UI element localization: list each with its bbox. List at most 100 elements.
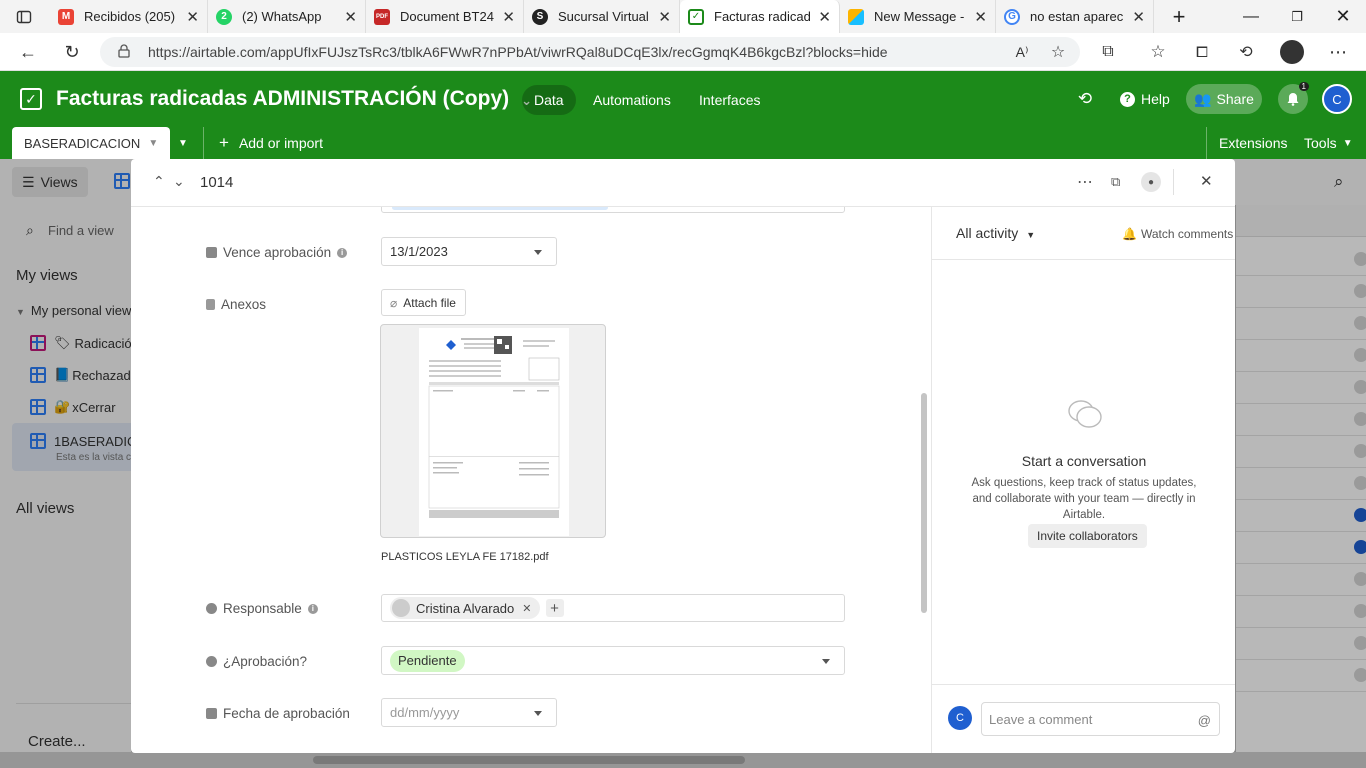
comment-icon[interactable]: ● bbox=[1141, 172, 1161, 192]
add-import-button[interactable]: + Add or import bbox=[219, 127, 323, 159]
calendar-icon bbox=[206, 247, 217, 258]
expand-icon[interactable]: ⧉ bbox=[1111, 174, 1120, 190]
prev-record-icon[interactable]: ⌃ bbox=[153, 173, 165, 190]
bank-icon: S bbox=[532, 8, 548, 25]
empty-title: Start a conversation bbox=[1021, 453, 1147, 469]
collections-icon[interactable]: ⧠ bbox=[1188, 39, 1216, 65]
close-icon[interactable]: ✕ bbox=[502, 8, 515, 26]
more-icon[interactable]: ⋯ bbox=[1324, 39, 1352, 65]
refresh-icon[interactable]: ↻ bbox=[58, 39, 86, 65]
invite-collaborators-button[interactable]: Invite collaborators bbox=[1028, 524, 1147, 548]
address-bar: ← ↻ https://airtable.com/appUfIxFUJszTsR… bbox=[0, 33, 1366, 71]
bell-icon[interactable]: 1 bbox=[1278, 82, 1309, 114]
history-icon[interactable]: ⟲ bbox=[1232, 39, 1260, 65]
close-icon[interactable]: ✕ bbox=[974, 8, 987, 26]
more-options-icon[interactable]: ⋯ bbox=[1077, 172, 1093, 192]
nav-automations[interactable]: Automations bbox=[581, 85, 683, 115]
field-above[interactable] bbox=[381, 207, 845, 213]
nav-interfaces[interactable]: Interfaces bbox=[687, 85, 772, 115]
tab-label: (2) WhatsApp bbox=[242, 9, 322, 24]
tab-gmail[interactable]: M Recibidos (205) - ✕ bbox=[50, 0, 208, 33]
restore-icon[interactable]: ❐ bbox=[1274, 0, 1320, 33]
chevron-down-icon bbox=[534, 249, 542, 255]
field-label-vence: Vence aprobación i bbox=[206, 245, 348, 260]
comment-input[interactable]: Leave a comment @ bbox=[981, 702, 1220, 736]
info-icon[interactable]: i bbox=[337, 247, 348, 258]
plus-icon: + bbox=[219, 133, 229, 152]
close-icon[interactable]: ✕ bbox=[1132, 8, 1145, 26]
close-icon[interactable]: ✕ bbox=[344, 8, 357, 26]
share-button[interactable]: 👥 Share bbox=[1186, 84, 1262, 114]
google-icon: G bbox=[1004, 8, 1020, 25]
tab-label: Document BT24 ( bbox=[400, 9, 495, 24]
mention-icon[interactable]: @ bbox=[1198, 713, 1211, 728]
base-title[interactable]: Facturas radicadas ADMINISTRACIÓN (Copy)… bbox=[56, 87, 532, 111]
record-modal: ⌃ ⌄ 1014 ⋯ ⧉ ● ✕ Vence aprobación i 13/1… bbox=[131, 159, 1235, 753]
user-avatar[interactable]: C bbox=[1322, 84, 1352, 114]
close-icon[interactable]: ✕ bbox=[186, 8, 199, 26]
base-check-icon[interactable]: ✓ bbox=[20, 88, 42, 110]
collaborator-chip: Cristina Alvarado ✕ bbox=[390, 597, 540, 619]
read-aloud-icon[interactable]: A⁾ bbox=[1008, 39, 1036, 65]
tab-facturas[interactable]: ✓ Facturas radicada ✕ bbox=[680, 0, 840, 33]
close-icon[interactable]: ✕ bbox=[818, 8, 831, 26]
extensions-button[interactable]: Extensions bbox=[1219, 127, 1287, 159]
add-collaborator-icon[interactable]: + bbox=[545, 599, 564, 617]
field-label-aprobacion: ¿Aprobación? bbox=[206, 654, 307, 669]
caret-icon: ▼ bbox=[1026, 230, 1036, 240]
attach-file-button[interactable]: ⌀ Attach file bbox=[381, 289, 466, 316]
vence-date-input[interactable]: 13/1/2023 bbox=[381, 237, 557, 266]
table-tab-baseradicacion[interactable]: BASERADICACION ▼ bbox=[12, 127, 171, 159]
profile-avatar[interactable] bbox=[1278, 39, 1306, 65]
file-icon bbox=[206, 299, 215, 310]
close-icon[interactable]: ✕ bbox=[1200, 172, 1213, 190]
whatsapp-icon: 2 bbox=[216, 8, 232, 25]
nav-data[interactable]: Data bbox=[522, 85, 576, 115]
minimize-icon[interactable]: ― bbox=[1228, 0, 1274, 33]
field-label-anexos: Anexos bbox=[206, 297, 266, 312]
extensions-icon[interactable]: ⧉ bbox=[1094, 39, 1122, 65]
new-tab-icon[interactable]: + bbox=[1156, 0, 1202, 33]
tab-document[interactable]: PDF Document BT24 ( ✕ bbox=[366, 0, 524, 33]
window-close-icon[interactable]: ✕ bbox=[1320, 0, 1366, 33]
fecha-date-input[interactable]: dd/mm/yyyy bbox=[381, 698, 557, 727]
favorite-add-icon[interactable]: ☆ bbox=[1044, 39, 1072, 65]
url-field[interactable]: https://airtable.com/appUfIxFUJszTsRc3/t… bbox=[100, 37, 1080, 67]
tab-new-message[interactable]: New Message - A ✕ bbox=[840, 0, 996, 33]
help-button[interactable]: ? Help bbox=[1120, 91, 1170, 107]
attachment-filename[interactable]: PLASTICOS LEYLA FE 17182.pdf bbox=[381, 551, 549, 563]
aprobacion-select[interactable]: Pendiente bbox=[381, 646, 845, 675]
browser-tab-bar: M Recibidos (205) - ✕ 2 (2) WhatsApp ✕ P… bbox=[0, 0, 1366, 33]
attachment-thumbnail[interactable] bbox=[380, 324, 606, 538]
paperclip-icon: ⌀ bbox=[390, 295, 398, 310]
tab-label: no estan aparecie bbox=[1030, 9, 1125, 24]
info-icon[interactable]: i bbox=[307, 603, 318, 614]
users-icon: 👥 bbox=[1194, 90, 1212, 107]
chevron-down-icon: ▼ bbox=[148, 137, 159, 149]
watch-comments-button[interactable]: 🔔 Watch comments bbox=[1122, 227, 1233, 241]
responsable-field[interactable]: Cristina Alvarado ✕ + bbox=[381, 594, 845, 622]
activity-panel: All activity ▼ 🔔 Watch comments Start a co… bbox=[931, 207, 1235, 753]
tab-sucursal[interactable]: S Sucursal Virtual E ✕ bbox=[524, 0, 680, 33]
invoice-preview bbox=[419, 328, 569, 536]
tab-label: Recibidos (205) - bbox=[84, 9, 179, 24]
remove-icon[interactable]: ✕ bbox=[522, 602, 531, 615]
tab-google[interactable]: G no estan aparecie ✕ bbox=[996, 0, 1154, 33]
tab-actions-icon[interactable] bbox=[2, 0, 46, 33]
next-record-icon[interactable]: ⌄ bbox=[173, 173, 185, 190]
tab-whatsapp[interactable]: 2 (2) WhatsApp ✕ bbox=[208, 0, 366, 33]
record-fields: Vence aprobación i 13/1/2023 Anexos ⌀ Att… bbox=[131, 207, 931, 753]
favorites-icon[interactable]: ☆ bbox=[1144, 39, 1172, 65]
chevron-down-icon[interactable]: ▼ bbox=[178, 127, 188, 159]
history-icon[interactable]: ⟲ bbox=[1070, 84, 1100, 114]
vertical-scrollbar[interactable] bbox=[921, 393, 927, 613]
tools-button[interactable]: Tools ▼ bbox=[1304, 127, 1353, 159]
chat-bubbles-icon bbox=[1068, 400, 1102, 428]
airtable-icon: ✓ bbox=[688, 8, 704, 25]
chevron-down-icon bbox=[822, 658, 830, 664]
pdf-icon: PDF bbox=[374, 8, 390, 25]
calendar-icon bbox=[206, 708, 217, 719]
activity-filter[interactable]: All activity ▼ bbox=[956, 225, 1035, 241]
close-icon[interactable]: ✕ bbox=[658, 8, 671, 26]
back-icon[interactable]: ← bbox=[14, 39, 42, 65]
